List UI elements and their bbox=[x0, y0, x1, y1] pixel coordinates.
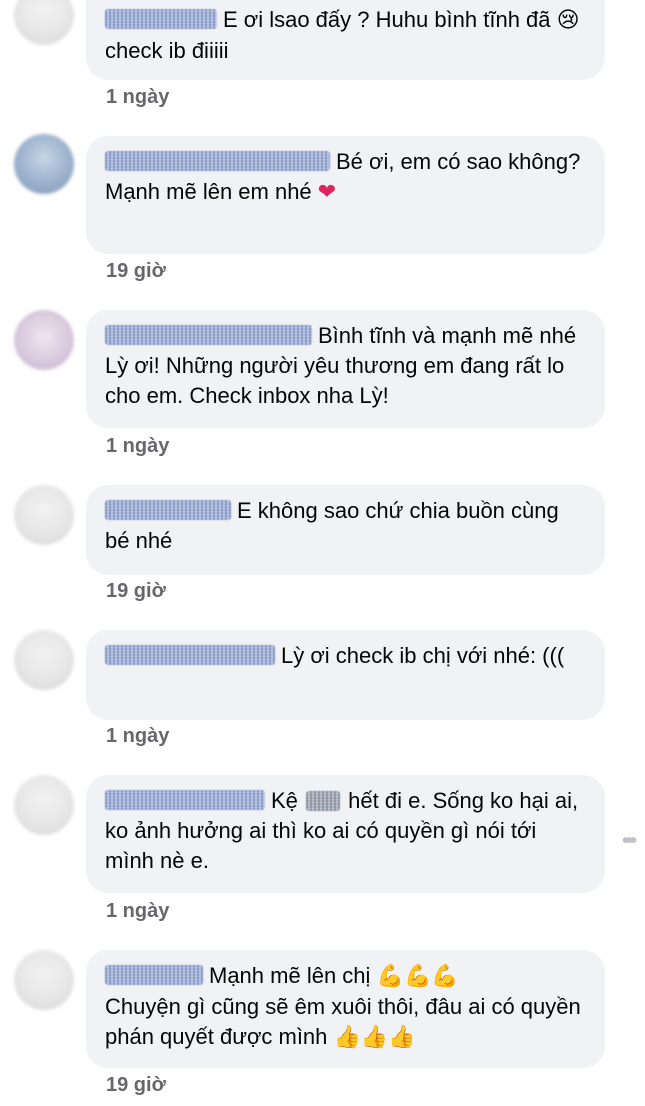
avatar[interactable] bbox=[14, 310, 74, 370]
avatar[interactable] bbox=[14, 775, 74, 835]
crying-face-icon: 😢 bbox=[556, 8, 580, 33]
comment-bubble: E ơi lsao đấy ? Huhu bình tĩnh đã 😢 chec… bbox=[86, 0, 605, 80]
comment-text: Lỳ ơi check ib chị với nhé: ((( bbox=[281, 643, 565, 668]
avatar[interactable] bbox=[14, 134, 74, 194]
comment-text: Kệ bbox=[271, 788, 298, 813]
comment-timestamp[interactable]: 1 ngày bbox=[106, 900, 169, 923]
more-options-icon[interactable]: ••• bbox=[622, 830, 637, 853]
commenter-name-redacted[interactable] bbox=[105, 151, 330, 171]
comment-bubble: Bé ơi, em có sao không? Mạnh mẽ lên em n… bbox=[86, 136, 605, 254]
comment-bubble: Bình tĩnh và mạnh mẽ nhé Lỳ ơi! Những ng… bbox=[86, 310, 605, 428]
comment-timestamp[interactable]: 1 ngày bbox=[106, 435, 169, 458]
avatar[interactable] bbox=[14, 630, 74, 690]
comment-bubble: Kệ hết đi e. Sống ko hại ai, ko ảnh hưởn… bbox=[86, 775, 605, 893]
comment-timestamp[interactable]: 1 ngày bbox=[106, 725, 169, 748]
comment-timestamp[interactable]: 19 giờ bbox=[106, 580, 166, 603]
commenter-name-redacted[interactable] bbox=[105, 500, 231, 520]
redacted-word bbox=[306, 791, 341, 811]
avatar[interactable] bbox=[14, 485, 74, 545]
comment-timestamp[interactable]: 19 giờ bbox=[106, 260, 166, 283]
commenter-name-redacted[interactable] bbox=[105, 790, 265, 810]
commenter-name-redacted[interactable] bbox=[105, 9, 217, 29]
comment-bubble: Mạnh mẽ lên chị 💪💪💪 Chuyện gì cũng sẽ êm… bbox=[86, 950, 605, 1068]
commenter-name-redacted[interactable] bbox=[105, 965, 203, 985]
thumbs-up-icon: 👍👍👍 bbox=[333, 1025, 416, 1050]
comment-text: Mạnh mẽ lên chị bbox=[209, 963, 371, 988]
commenter-name-redacted[interactable] bbox=[105, 645, 275, 665]
comment-text: E ơi lsao đấy ? Huhu bình tĩnh đã bbox=[223, 7, 551, 32]
avatar[interactable] bbox=[14, 950, 74, 1010]
comment-text: Bé ơi, em có sao không? bbox=[336, 149, 581, 174]
comment-text-line2: Mạnh mẽ lên em nhé bbox=[105, 179, 312, 204]
comment-text-continued: check ib điiiii bbox=[105, 38, 229, 63]
avatar[interactable] bbox=[14, 0, 74, 45]
commenter-name-redacted[interactable] bbox=[105, 325, 312, 345]
comment-timestamp[interactable]: 19 giờ bbox=[106, 1074, 166, 1097]
comment-bubble: Lỳ ơi check ib chị với nhé: ((( bbox=[86, 630, 605, 720]
red-heart-icon: ❤ bbox=[317, 180, 337, 205]
comment-bubble: E không sao chứ chia buồn cùng bé nhé bbox=[86, 485, 605, 575]
flexed-biceps-icon: 💪💪💪 bbox=[376, 964, 459, 989]
comment-timestamp[interactable]: 1 ngày bbox=[106, 86, 169, 109]
